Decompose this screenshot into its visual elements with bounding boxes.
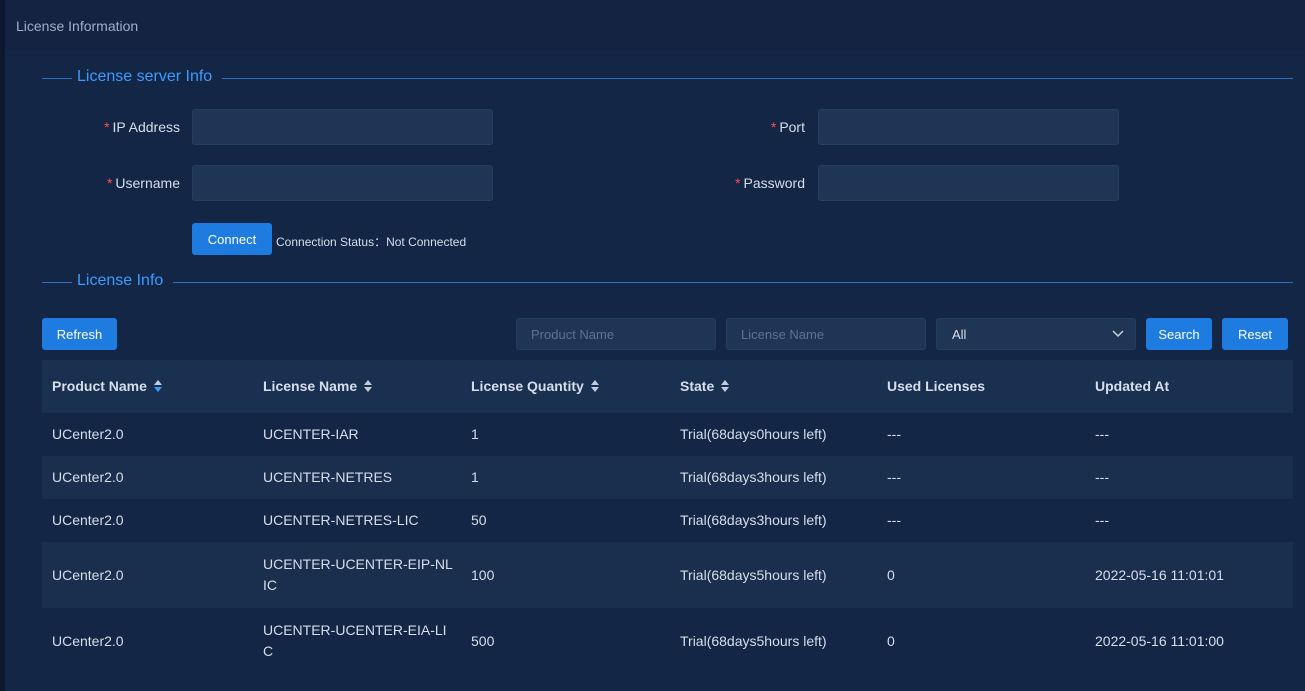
table-body: UCenter2.0 UCENTER-IAR 1 Trial(68days0hours… <box>42 413 1293 674</box>
connection-status-value: Not Connected <box>386 235 467 249</box>
state-filter-select[interactable]: All <box>936 318 1136 350</box>
table-cell-updated-at: 2022-05-16 11:01:01 <box>1095 566 1224 583</box>
refresh-button[interactable]: Refresh <box>42 318 117 350</box>
table-cell-license-quantity: 1 <box>471 469 479 485</box>
column-header-used-licenses: Used Licenses <box>887 378 986 394</box>
table-cell-used-licenses: --- <box>887 512 901 528</box>
section-divider <box>173 282 1293 283</box>
connection-status-label: Connection Status： <box>276 235 387 249</box>
license-section-title: License Info <box>77 272 164 289</box>
password-input[interactable] <box>818 165 1119 201</box>
section-divider <box>222 78 1293 79</box>
column-header-license-quantity[interactable]: License Quantity <box>471 360 600 413</box>
ip-address-label: * IP Address <box>104 119 180 135</box>
table-cell-product-name: UCenter2.0 <box>52 566 124 583</box>
username-label: * Username <box>106 175 180 191</box>
connection-status: Connection Status：Not Connected <box>276 233 466 250</box>
column-header-updated-at: Updated At <box>1095 378 1170 394</box>
page-header: License Information <box>5 0 1305 50</box>
server-section-title: License server Info <box>77 68 213 85</box>
table-cell-state: Trial(68days0hours left) <box>680 426 827 442</box>
username-input[interactable] <box>192 165 493 201</box>
license-name-filter-input[interactable] <box>726 318 926 350</box>
table-cell-state: Trial(68days5hours left) <box>680 632 827 649</box>
server-section-header: License server Info <box>42 68 1293 88</box>
table-cell-license-quantity: 100 <box>471 566 495 583</box>
sort-icon[interactable] <box>363 379 373 393</box>
table-cell-used-licenses: --- <box>887 469 901 485</box>
table-cell-state: Trial(68days3hours left) <box>680 469 827 485</box>
table-cell-updated-at: --- <box>1095 512 1109 528</box>
table-row[interactable]: UCenter2.0 UCENTER-NETRES-LIC 50 Trial(68da… <box>42 499 1293 542</box>
table-cell-license-name: UCENTER-IAR <box>263 426 359 442</box>
chevron-down-icon <box>1112 330 1124 338</box>
sort-icon[interactable] <box>590 379 600 393</box>
page-title: License Information <box>16 18 139 34</box>
table-row[interactable]: UCenter2.0 UCENTER-NETRES 1 Trial(68days3ho… <box>42 456 1293 499</box>
required-mark: * <box>735 175 741 191</box>
table-cell-state: Trial(68days3hours left) <box>680 512 827 528</box>
table-cell-license-name: UCENTER-UCENTER-EIP-NLIC <box>263 556 453 593</box>
port-label: * Port <box>770 119 805 135</box>
table-cell-updated-at: --- <box>1095 426 1109 442</box>
table-cell-state: Trial(68days5hours left) <box>680 566 827 583</box>
required-mark: * <box>104 119 110 135</box>
table-cell-license-name: UCENTER-NETRES-LIC <box>263 512 419 528</box>
table-cell-product-name: UCenter2.0 <box>52 512 124 528</box>
port-input[interactable] <box>818 109 1119 145</box>
column-header-product-name[interactable]: Product Name <box>52 360 163 413</box>
required-mark: * <box>770 119 777 135</box>
connect-button[interactable]: Connect <box>192 223 272 255</box>
section-divider <box>42 78 72 79</box>
main-content: License server Info * IP Address * Port * U… <box>5 50 1305 691</box>
table-row[interactable]: UCenter2.0 UCENTER-UCENTER-EIA-LIC 500 Tria… <box>42 608 1293 674</box>
license-section-header: License Info <box>42 272 1293 292</box>
search-button[interactable]: Search <box>1146 318 1212 350</box>
table-cell-used-licenses: 0 <box>887 566 895 583</box>
sort-icon[interactable] <box>720 379 730 393</box>
table-cell-license-quantity: 50 <box>471 512 487 528</box>
table-cell-license-name: UCENTER-NETRES <box>263 469 393 485</box>
column-header-state[interactable]: State <box>680 360 730 413</box>
table-cell-updated-at: 2022-05-16 11:01:00 <box>1095 632 1224 649</box>
table-cell-updated-at: --- <box>1095 469 1109 485</box>
state-filter-value: All <box>952 327 967 342</box>
product-name-filter-input[interactable] <box>516 318 716 350</box>
column-header-license-name[interactable]: License Name <box>263 360 373 413</box>
table-row[interactable]: UCenter2.0 UCENTER-IAR 1 Trial(68days0hours… <box>42 413 1293 456</box>
table-cell-product-name: UCenter2.0 <box>52 632 124 649</box>
table-cell-license-quantity: 500 <box>471 632 495 649</box>
table-header: Product Name License Name License Quantity… <box>42 360 1293 413</box>
table-cell-product-name: UCenter2.0 <box>52 469 124 485</box>
license-table: Product Name License Name License Quantity… <box>42 360 1293 674</box>
section-divider <box>42 282 72 283</box>
required-mark: * <box>106 175 113 191</box>
reset-button[interactable]: Reset <box>1222 318 1288 350</box>
password-label: * Password <box>735 175 805 191</box>
sort-icon[interactable] <box>153 379 163 393</box>
table-cell-used-licenses: 0 <box>887 632 895 649</box>
table-cell-license-name: UCENTER-UCENTER-EIA-LIC <box>263 622 447 659</box>
table-cell-license-quantity: 1 <box>471 426 479 442</box>
ip-address-input[interactable] <box>192 109 493 145</box>
table-row[interactable]: UCenter2.0 UCENTER-UCENTER-EIP-NLIC 100 Tri… <box>42 542 1293 608</box>
table-cell-product-name: UCenter2.0 <box>52 426 124 442</box>
table-cell-used-licenses: --- <box>887 426 901 442</box>
